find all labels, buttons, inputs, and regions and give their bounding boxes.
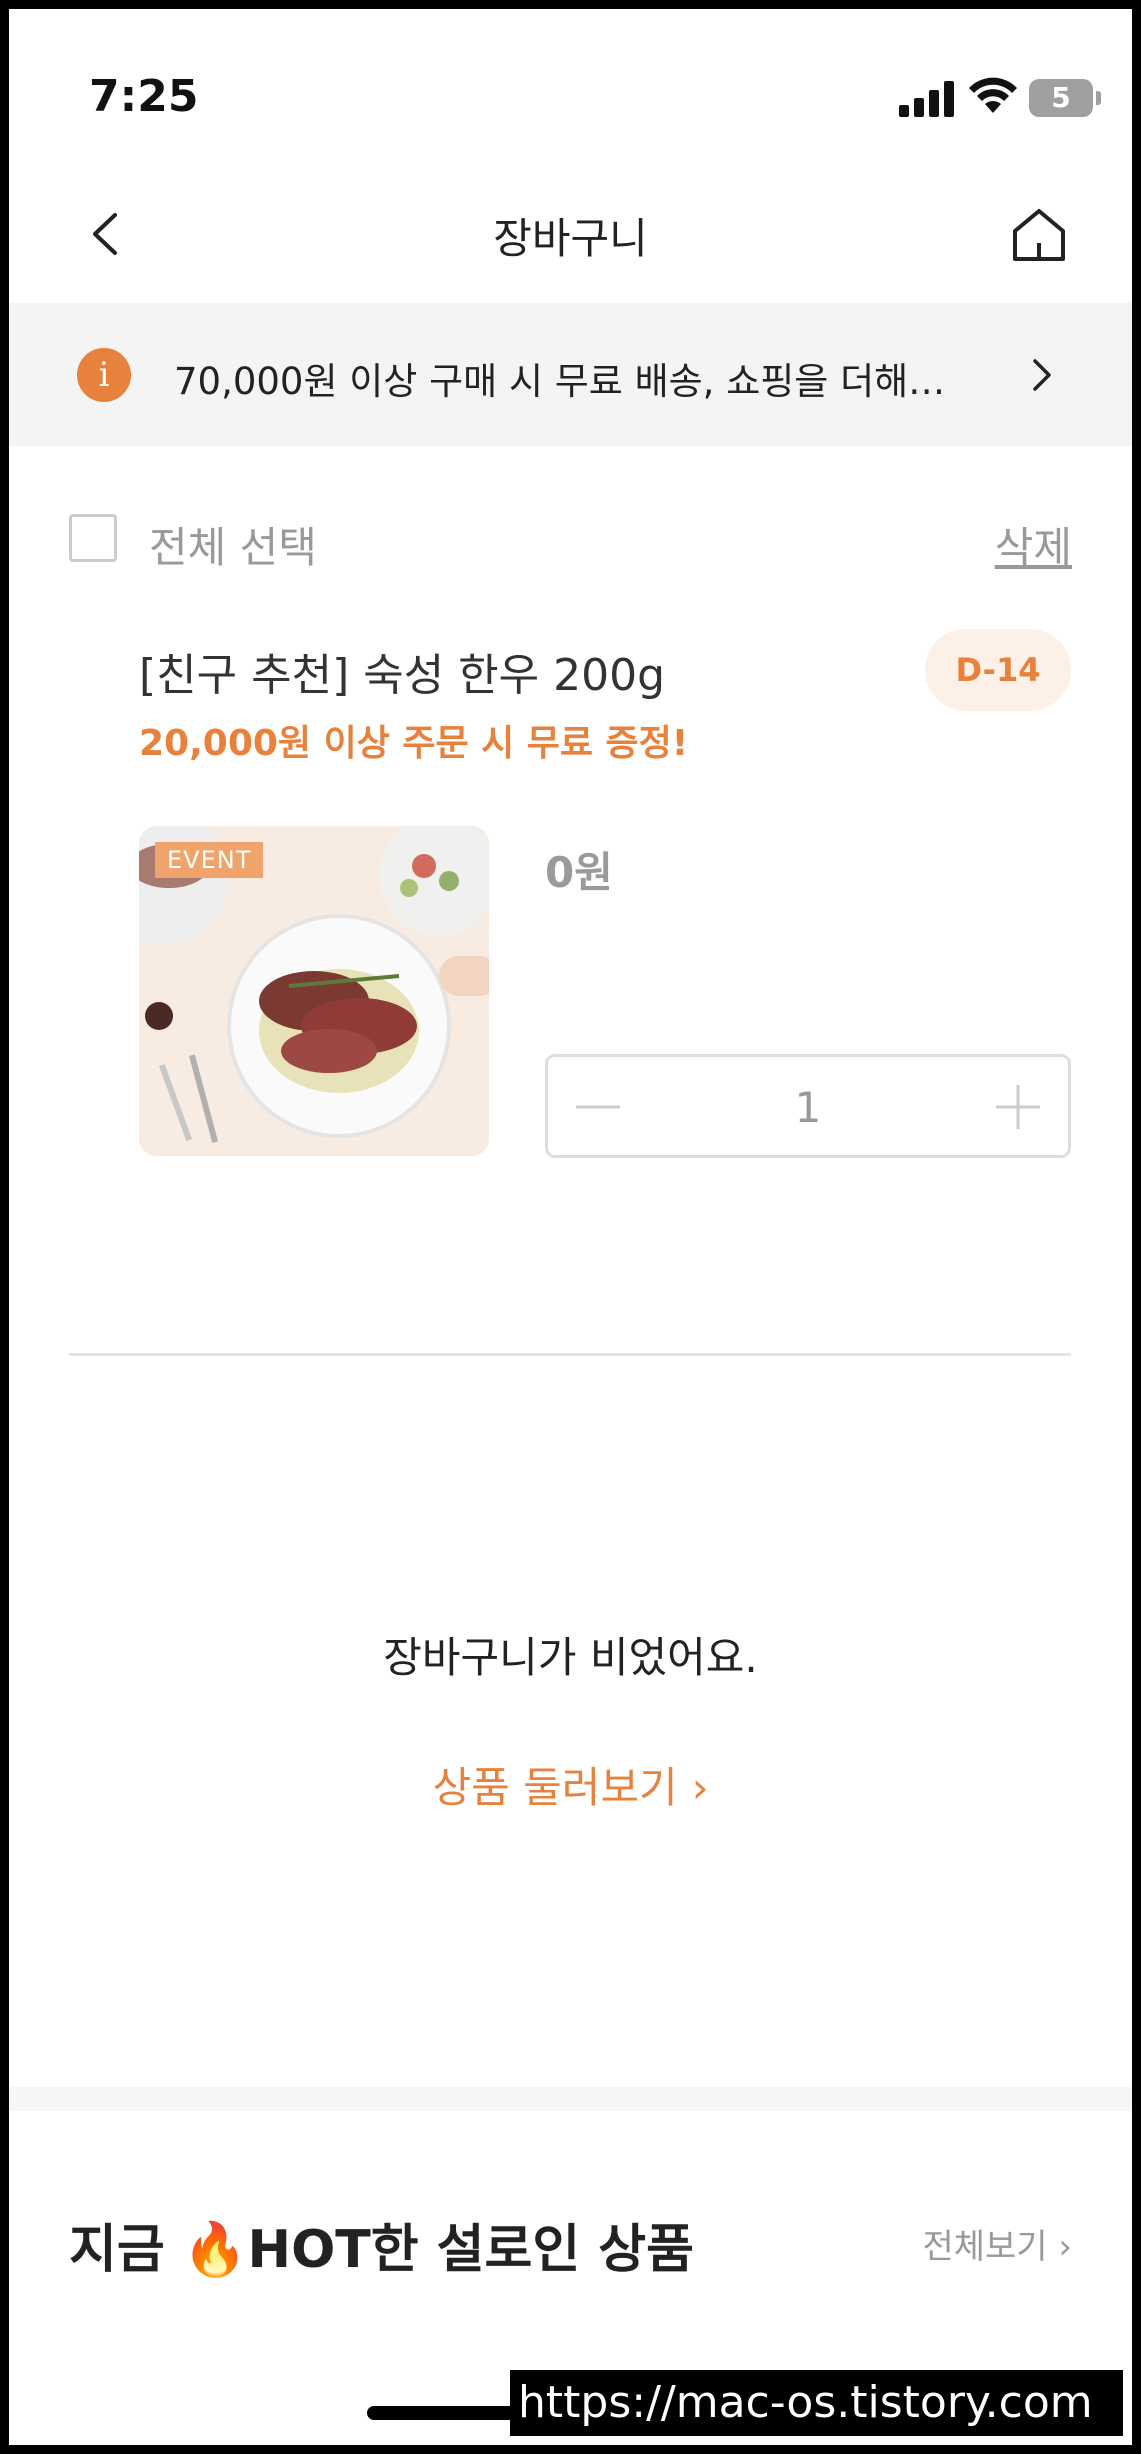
product-name[interactable]: [친구 추천] 숙성 한우 200g: [139, 639, 665, 703]
hot-products-title: 지금 🔥HOT한 설로인 상품: [69, 2220, 694, 2280]
product-image[interactable]: EVENT: [139, 826, 489, 1156]
view-all-link[interactable]: 전체보기 ›: [922, 2219, 1072, 2268]
info-icon: i: [77, 348, 131, 402]
notice-text: 70,000원 이상 구매 시 무료 배송, 쇼핑을 더해주세요: [174, 360, 974, 403]
status-bar: 7:25 5: [9, 9, 1132, 179]
wifi-icon: [969, 77, 1017, 113]
minus-icon[interactable]: [568, 1077, 628, 1137]
fire-icon: 🔥: [182, 2220, 248, 2280]
browse-products-link[interactable]: 상품 둘러보기 ›: [9, 1754, 1132, 1815]
product-price: 0원: [545, 848, 613, 897]
phone-screen: 7:25 5 장바구니 i 70,000원 이상 구매 시 무료 배송, 쇼핑을…: [9, 9, 1132, 2445]
status-time: 7:25: [89, 71, 199, 122]
plus-icon[interactable]: [988, 1077, 1048, 1137]
chevron-right-icon: [1033, 359, 1051, 391]
watermark: https://mac-os.tistory.com: [510, 2370, 1123, 2436]
section-separator: [9, 2087, 1132, 2111]
select-all-checkbox[interactable]: [69, 514, 117, 562]
browse-products-label: 상품 둘러보기: [432, 1763, 678, 1812]
quantity-value: 1: [794, 1083, 822, 1132]
empty-cart-message: 장바구니가 비었어요.: [383, 1633, 758, 1682]
battery-level: 5: [1051, 81, 1071, 114]
product-promo-text: 20,000원 이상 주문 시 무료 증정!: [139, 723, 689, 764]
chevron-right-icon: ›: [691, 1763, 709, 1812]
battery-icon: 5: [1029, 79, 1101, 117]
free-shipping-notice[interactable]: i 70,000원 이상 구매 시 무료 배송, 쇼핑을 더해주세요: [9, 303, 1132, 446]
select-all-label[interactable]: 전체 선택: [149, 514, 317, 575]
cellular-signal-icon: [899, 81, 954, 117]
delete-button[interactable]: 삭제: [995, 514, 1072, 575]
event-badge: EVENT: [155, 842, 264, 878]
dday-badge: D-14: [925, 629, 1071, 711]
page-title: 장바구니: [493, 214, 648, 263]
quantity-stepper: 1: [545, 1054, 1071, 1158]
divider: [69, 1353, 1071, 1356]
home-icon[interactable]: [1009, 205, 1069, 265]
